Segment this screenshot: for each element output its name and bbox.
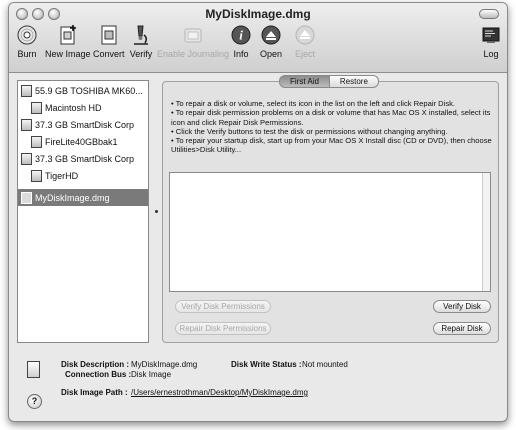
disk-image-path-link[interactable]: /Users/ernestrothman/Desktop/MyDiskImage… <box>131 388 308 397</box>
instructions: • To repair a disk or volume, select its… <box>171 99 492 155</box>
convert-button[interactable]: Convert <box>93 23 125 59</box>
open-button[interactable]: Open <box>259 23 283 59</box>
disk-image-path-label: Disk Image Path : <box>61 388 128 397</box>
volume-icon <box>31 169 42 182</box>
enable-journaling-button[interactable]: Enable Journaling <box>157 23 229 59</box>
hard-disk-icon <box>21 118 32 131</box>
log-icon <box>479 23 503 47</box>
burn-button[interactable]: Burn <box>15 23 39 59</box>
document-icon <box>27 361 40 378</box>
toolbar-toggle-button[interactable] <box>479 9 499 19</box>
toolbar: Burn New Image Convert Verify Enable Jou… <box>13 23 503 71</box>
journaling-icon <box>181 23 205 47</box>
disk-item[interactable]: 55.9 GB TOSHIBA MK60... <box>18 82 148 99</box>
eject-icon <box>293 23 317 47</box>
disk-list[interactable]: 55.9 GB TOSHIBA MK60... Macintosh HD 37.… <box>17 80 149 343</box>
window-title: MyDiskImage.dmg <box>205 7 311 21</box>
write-status-value: Not mounted <box>302 360 348 369</box>
burn-icon <box>15 23 39 47</box>
new-image-button[interactable]: New Image <box>45 23 91 59</box>
eject-button[interactable]: Eject <box>293 23 317 59</box>
repair-disk-permissions-button[interactable]: Repair Disk Permissions <box>175 322 271 335</box>
info-button[interactable]: i Info <box>229 23 253 59</box>
tab-restore[interactable]: Restore <box>329 75 379 88</box>
volume-item[interactable]: Macintosh HD <box>18 99 148 116</box>
disk-item[interactable]: 37.3 GB SmartDisk Corp <box>18 150 148 167</box>
volume-item[interactable]: TigerHD <box>18 167 148 184</box>
title-bar: MyDiskImage.dmg Burn New Image Convert V… <box>9 3 507 73</box>
repair-disk-button[interactable]: Repair Disk <box>433 322 491 335</box>
splitter-handle[interactable] <box>155 210 158 213</box>
results-scrollbar[interactable] <box>482 173 490 291</box>
first-aid-panel: • To repair a disk or volume, select its… <box>162 81 499 343</box>
verify-button[interactable]: Verify <box>129 23 153 59</box>
results-log[interactable] <box>169 172 491 292</box>
volume-icon <box>31 135 42 148</box>
disk-utility-window: MyDiskImage.dmg Burn New Image Convert V… <box>8 2 508 422</box>
volume-icon <box>31 101 42 114</box>
convert-icon <box>97 23 121 47</box>
connection-bus-value: Disk Image <box>131 370 172 379</box>
disk-image-icon <box>21 191 32 204</box>
verify-disk-button[interactable]: Verify Disk <box>433 300 491 313</box>
hard-disk-icon <box>21 152 32 165</box>
write-status-label: Disk Write Status : <box>231 360 302 369</box>
info-area: Disk Description : MyDiskImage.dmg Conne… <box>9 348 507 421</box>
disk-image-item[interactable]: MyDiskImage.dmg <box>18 189 148 206</box>
log-button[interactable]: Log <box>479 23 503 59</box>
hard-disk-icon <box>21 84 32 97</box>
verify-disk-permissions-button[interactable]: Verify Disk Permissions <box>175 300 271 313</box>
disk-description-label: Disk Description : <box>61 360 130 369</box>
tab-first-aid[interactable]: First Aid <box>279 75 330 88</box>
new-image-icon <box>56 23 80 47</box>
disk-item[interactable]: 37.3 GB SmartDisk Corp <box>18 116 148 133</box>
svg-text:i: i <box>239 28 243 43</box>
info-icon: i <box>229 23 253 47</box>
microscope-icon <box>129 23 153 47</box>
open-icon <box>259 23 283 47</box>
help-button[interactable]: ? <box>27 394 42 409</box>
connection-bus-label: Connection Bus : <box>65 370 132 379</box>
volume-item[interactable]: FireLite40GBbak1 <box>18 133 148 150</box>
disk-description-value: MyDiskImage.dmg <box>131 360 198 369</box>
tab-bar: First Aid Restore <box>279 75 379 88</box>
